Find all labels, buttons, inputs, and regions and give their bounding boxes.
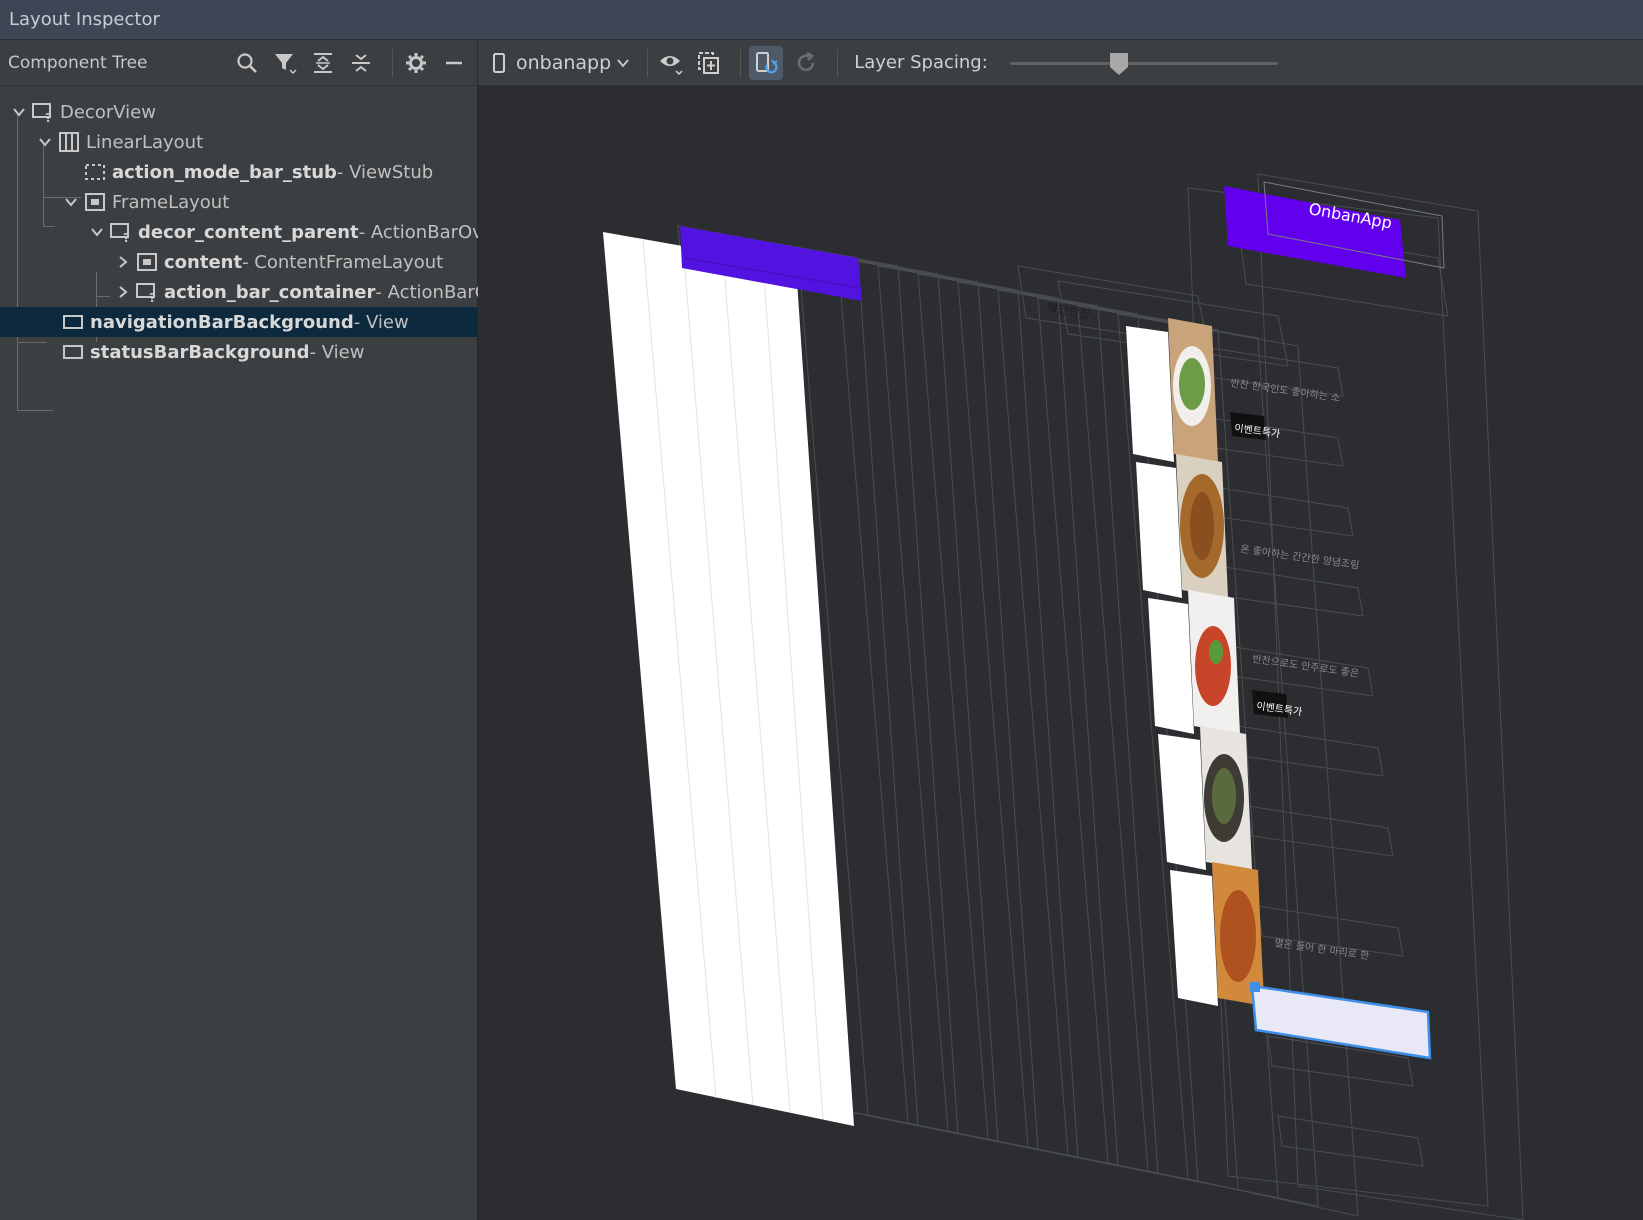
- toolbar-separator: [740, 48, 742, 77]
- chevron-right-icon[interactable]: [114, 283, 132, 301]
- chevron-down-icon[interactable]: [36, 133, 54, 151]
- event-badge-2: 이벤트특가: [1252, 690, 1303, 718]
- tree-node-navigation-bar-background[interactable]: navigationBarBackground - View: [0, 307, 535, 337]
- item-card-2[interactable]: [1136, 454, 1228, 598]
- svg-text:?: ?: [149, 291, 156, 303]
- frame-layout-icon: [136, 251, 158, 273]
- layer-spacing-label: Layer Spacing:: [854, 52, 988, 73]
- item-card-1[interactable]: [1126, 318, 1218, 462]
- window-title-bar: Layout Inspector: [0, 0, 1643, 40]
- gear-icon[interactable]: [401, 48, 431, 78]
- tree-node-type: - View: [309, 341, 365, 363]
- collapse-all-icon[interactable]: [346, 48, 376, 78]
- minimize-icon[interactable]: [439, 48, 469, 78]
- refresh-icon[interactable]: [791, 48, 821, 78]
- snapshot-icon[interactable]: [694, 48, 724, 78]
- event-badge-1: 이벤트특가: [1230, 412, 1281, 440]
- component-tree-panel: Component Tree ? DecorView LinearLayout …: [0, 40, 535, 1220]
- svg-text:?: ?: [45, 111, 52, 123]
- linear-layout-icon: [58, 131, 80, 153]
- tree-node-type: - ContentFrameLayout: [242, 251, 444, 273]
- item-desc-text: 반찬으로도 안주로도 좋은: [1252, 653, 1360, 680]
- viewstub-icon: [84, 161, 106, 183]
- toolbar-separator: [837, 48, 839, 77]
- item-desc-text: 온 좋아하는 간간한 양념조림: [1240, 542, 1361, 572]
- selected-navigation-bar-layer[interactable]: [1250, 982, 1432, 1060]
- tree-node-status-bar-background[interactable]: statusBarBackground - View: [0, 337, 535, 367]
- chevron-down-icon: [617, 57, 629, 69]
- tree-node-framelayout[interactable]: FrameLayout: [0, 187, 539, 217]
- toolbar-separator: [392, 48, 393, 77]
- item-desc-text: 반찬 한국인도 좋아하는 소: [1230, 376, 1341, 404]
- component-tree-toolbar: Component Tree: [0, 40, 477, 86]
- tree-node-id: content: [164, 251, 243, 273]
- item-card-4[interactable]: [1158, 726, 1252, 870]
- item-card-3[interactable]: [1148, 590, 1240, 734]
- slider-track: [1009, 61, 1278, 65]
- eye-icon[interactable]: [656, 48, 686, 78]
- component-tree-label: Component Tree: [8, 52, 148, 73]
- device-name: onbanapp: [516, 51, 612, 74]
- frame-layout-icon: [84, 191, 106, 213]
- tree-guide: [17, 410, 53, 411]
- tree-node-id: navigationBarBackground: [90, 311, 354, 333]
- tree-node-id: action_mode_bar_stub: [112, 161, 337, 183]
- tree-node-id: action_bar_container: [164, 281, 376, 303]
- tree-node-id: statusBarBackground: [90, 341, 310, 363]
- device-select[interactable]: onbanapp: [492, 52, 629, 74]
- phone-icon: [492, 52, 506, 73]
- chevron-down-icon[interactable]: [10, 103, 28, 121]
- tree-node-decorview[interactable]: ? DecorView: [0, 97, 487, 127]
- layout-inspector-canvas[interactable]: OnbanApp 메인반찬 이벤트특가 이벤트특가 반찬 한국인도 좋아하는 소…: [478, 86, 1643, 1220]
- tree-node-action-mode-bar-stub[interactable]: action_mode_bar_stub - ViewStub: [0, 157, 557, 187]
- svg-text:?: ?: [123, 231, 130, 243]
- tree-node-type: FrameLayout: [112, 191, 230, 213]
- tree-node-type: LinearLayout: [86, 131, 204, 153]
- unknown-view-icon: ?: [136, 281, 158, 303]
- content-layer[interactable]: [603, 232, 854, 1126]
- view-icon: [62, 341, 84, 363]
- tree-node-linearlayout[interactable]: LinearLayout: [0, 127, 513, 157]
- expand-all-icon[interactable]: [308, 48, 338, 78]
- unknown-view-icon: ?: [32, 101, 54, 123]
- filter-icon[interactable]: [270, 48, 300, 78]
- tree-node-type: - ViewStub: [336, 161, 434, 183]
- chevron-down-icon[interactable]: [88, 223, 106, 241]
- live-updates-icon[interactable]: [749, 45, 784, 80]
- toolbar-separator: [647, 48, 649, 77]
- item-desc-text: 멸은 들어 한 마리로 한: [1274, 937, 1370, 962]
- tree-node-id: decor_content_parent: [138, 221, 359, 243]
- chevron-down-icon[interactable]: [62, 193, 80, 211]
- chevron-right-icon[interactable]: [114, 253, 132, 271]
- search-icon[interactable]: [232, 48, 262, 78]
- window-title: Layout Inspector: [9, 9, 160, 30]
- item-card-5[interactable]: [1170, 862, 1264, 1006]
- 3d-layer-view[interactable]: OnbanApp 메인반찬 이벤트특가 이벤트특가 반찬 한국인도 좋아하는 소…: [478, 86, 1643, 1220]
- view-icon: [62, 311, 84, 333]
- slider-thumb[interactable]: [1109, 52, 1129, 76]
- inspector-toolbar: onbanapp Layer Spacing:: [478, 40, 1643, 86]
- layer-spacing-slider[interactable]: [1009, 48, 1278, 78]
- tree-node-type: - View: [353, 311, 409, 333]
- unknown-view-icon: ?: [110, 221, 132, 243]
- tree-node-type: DecorView: [60, 101, 156, 123]
